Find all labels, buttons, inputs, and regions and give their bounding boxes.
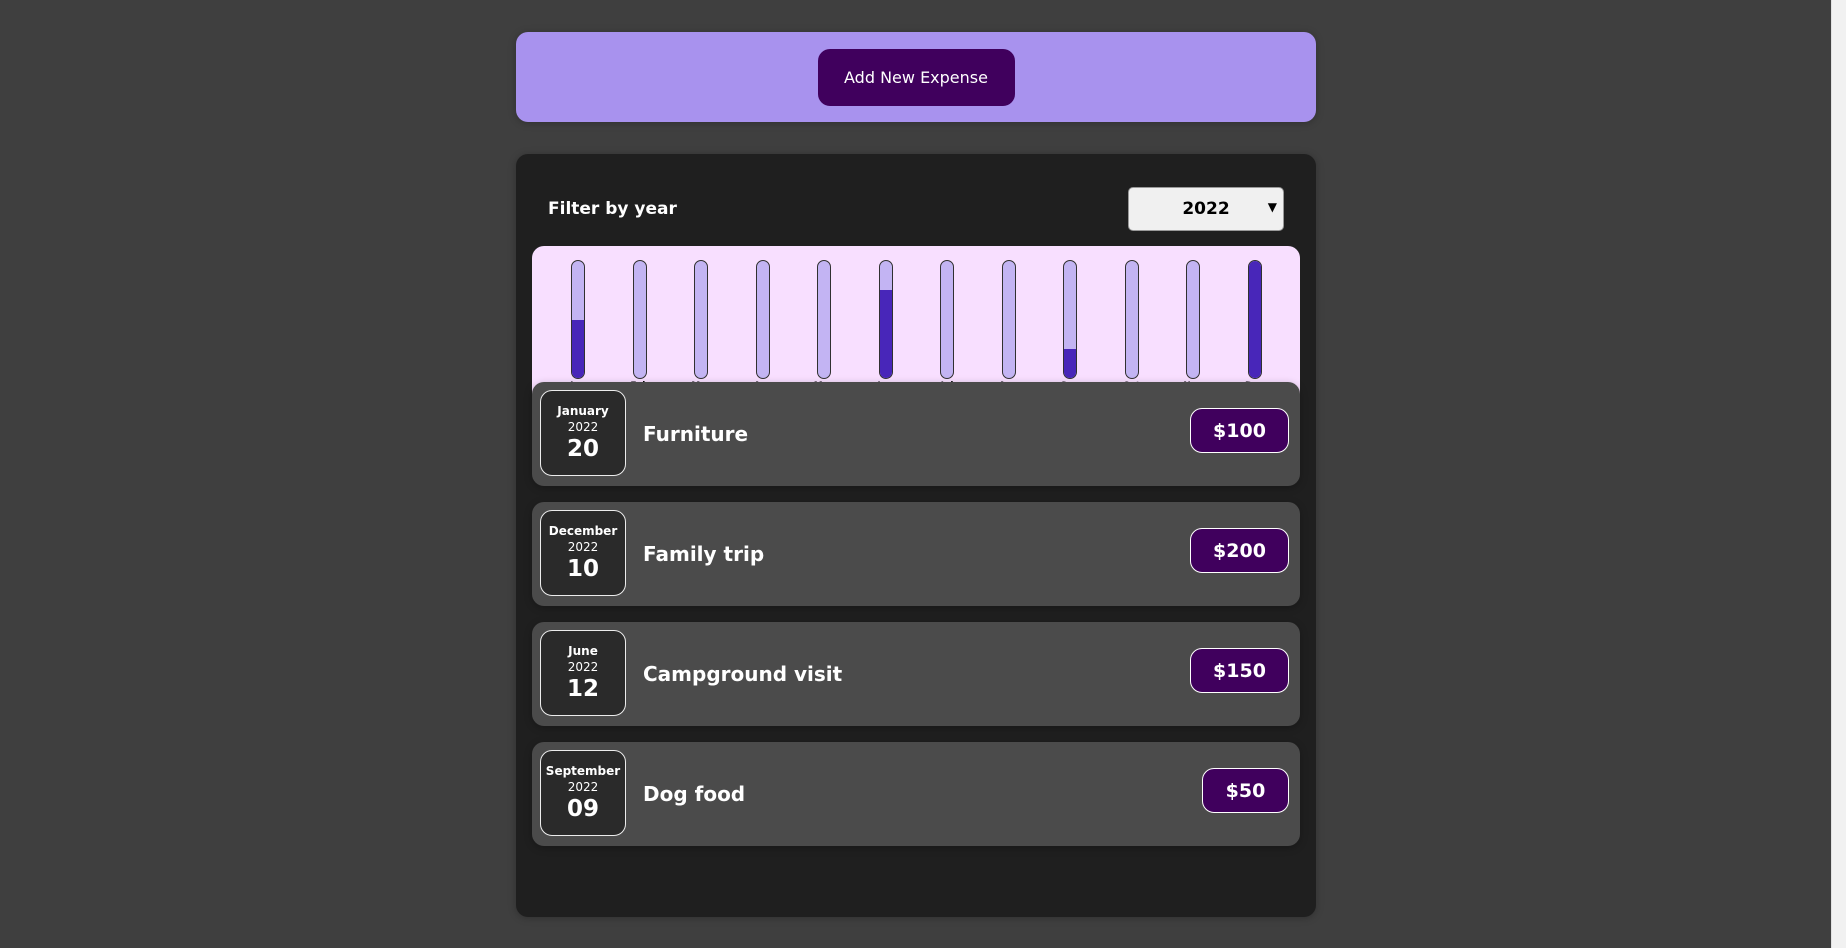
expense-date-day: 09 [566, 796, 599, 822]
expense-date-year: 2022 [567, 540, 599, 554]
expense-title: Campground visit [643, 662, 843, 686]
year-select[interactable]: 2022 ▼ [1128, 186, 1284, 231]
add-new-expense-button[interactable]: Add New Expense [817, 48, 1015, 106]
expense-date-day: 10 [566, 556, 599, 582]
expenses-filter: Filter by year 2022 ▼ [548, 186, 1284, 231]
chart-bar-track [940, 260, 954, 379]
expense-date-year: 2022 [567, 420, 599, 434]
expense-amount: $100 [1190, 408, 1289, 453]
chart-bar-track [1124, 260, 1139, 379]
chart-bar-mar: Mar [681, 260, 721, 391]
chevron-down-icon: ▼ [1267, 199, 1277, 214]
chart-bar-dec: Dec [1235, 260, 1275, 391]
expense-item: June 2022 12 Campground visit $150 [532, 622, 1300, 726]
expense-date: September 2022 09 [540, 750, 626, 836]
chart-bar-feb: Feb [620, 260, 660, 391]
chart-bar-jul: Jul [927, 260, 967, 391]
chart-bar-oct: Oct [1112, 260, 1152, 391]
expense-title: Dog food [643, 782, 746, 806]
chart-bar-jan: Jan [558, 260, 598, 391]
expense-date-month: September [545, 764, 621, 778]
chart-bar-track [1001, 260, 1016, 379]
expense-date-month: January [557, 404, 609, 418]
expenses-panel: Filter by year 2022 ▼ Jan Feb Mar Apr May Jun… [516, 154, 1316, 917]
filter-label: Filter by year [548, 198, 677, 219]
new-expense-panel: Add New Expense [516, 32, 1316, 122]
chart-bar-track [878, 260, 893, 379]
expense-item: September 2022 09 Dog food $50 [532, 742, 1300, 846]
chart-bar-nov: Nov [1173, 260, 1213, 391]
expense-item: January 2022 20 Furniture $100 [532, 382, 1300, 486]
chart-bar-track [1186, 260, 1200, 379]
expense-date-day: 12 [566, 676, 599, 702]
chart-bar-fill [1248, 261, 1261, 378]
chart-bar-sep: Sep [1050, 260, 1090, 391]
expense-title: Furniture [643, 422, 749, 446]
expense-date-year: 2022 [567, 660, 599, 674]
expense-date: January 2022 20 [540, 390, 626, 476]
chart-bar-track [755, 260, 770, 379]
chart-bar-track [1247, 260, 1262, 379]
expense-title: Family trip [643, 542, 765, 566]
chart-bar-fill [1064, 348, 1076, 378]
chart-bar-may: May [804, 260, 844, 391]
expense-date: June 2022 12 [540, 630, 626, 716]
chart-bar-aug: Aug [989, 260, 1029, 391]
expense-item: December 2022 10 Family trip $200 [532, 502, 1300, 606]
expense-amount: $50 [1202, 768, 1289, 813]
expense-amount: $150 [1190, 648, 1289, 693]
expense-date-year: 2022 [567, 780, 599, 794]
chart-bar-jun: Jun [866, 260, 906, 391]
chart-bar-track [571, 260, 585, 379]
chart-bar-apr: Apr [743, 260, 783, 391]
chart-bar-fill [879, 290, 892, 378]
chart-bar-track [817, 260, 831, 379]
expense-amount: $200 [1190, 528, 1289, 573]
expense-date: December 2022 10 [540, 510, 626, 596]
chart-bar-track [632, 260, 647, 379]
year-select-value: 2022 [1182, 198, 1230, 219]
expense-date-month: December [548, 524, 618, 538]
chart-bar-track [694, 260, 708, 379]
chart-bar-track [1063, 260, 1077, 379]
expense-date-day: 20 [566, 436, 599, 462]
chart-bar-fill [572, 319, 584, 378]
page-scrollbar[interactable] [1831, 0, 1846, 948]
expense-date-month: June [568, 644, 598, 658]
